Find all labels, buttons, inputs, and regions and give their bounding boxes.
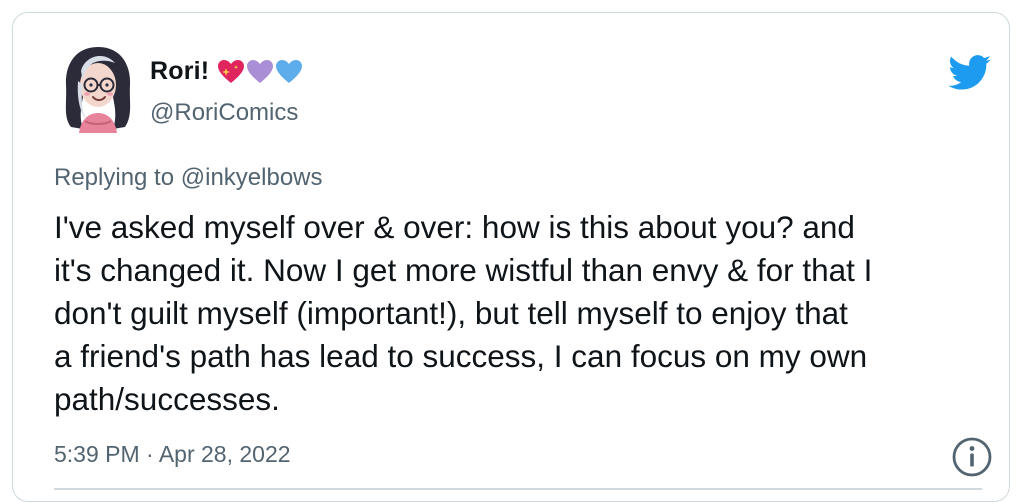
replying-to-mention-link[interactable]: @inkyelbows <box>181 164 323 191</box>
twitter-bird-icon[interactable] <box>948 55 992 91</box>
name-emojis <box>217 59 303 85</box>
purple-heart-icon <box>247 59 274 83</box>
blue-heart-icon <box>276 59 303 83</box>
author-name-row[interactable]: Rori! <box>150 57 303 86</box>
author-display-name[interactable]: Rori! <box>150 57 209 86</box>
info-circle-icon <box>952 437 992 477</box>
tweet-timestamp-link[interactable]: 5:39 PM · Apr 28, 2022 <box>54 441 291 468</box>
replying-to-label: Replying to <box>54 164 175 191</box>
tweet-text: I've asked myself over & over: how is th… <box>54 209 873 417</box>
tweet-card: Rori! @RoriComics Replying to @inkyelbow… <box>12 12 1010 502</box>
avatar-illustration-icon <box>65 47 131 133</box>
avatar[interactable] <box>53 41 143 133</box>
author-handle[interactable]: @RoriComics <box>150 99 298 127</box>
sparkling-heart-icon <box>218 59 245 83</box>
replying-to-line: Replying to @inkyelbows <box>54 164 323 192</box>
twitter-logo-icon <box>948 55 991 90</box>
divider <box>54 488 982 490</box>
info-icon[interactable] <box>950 435 994 479</box>
